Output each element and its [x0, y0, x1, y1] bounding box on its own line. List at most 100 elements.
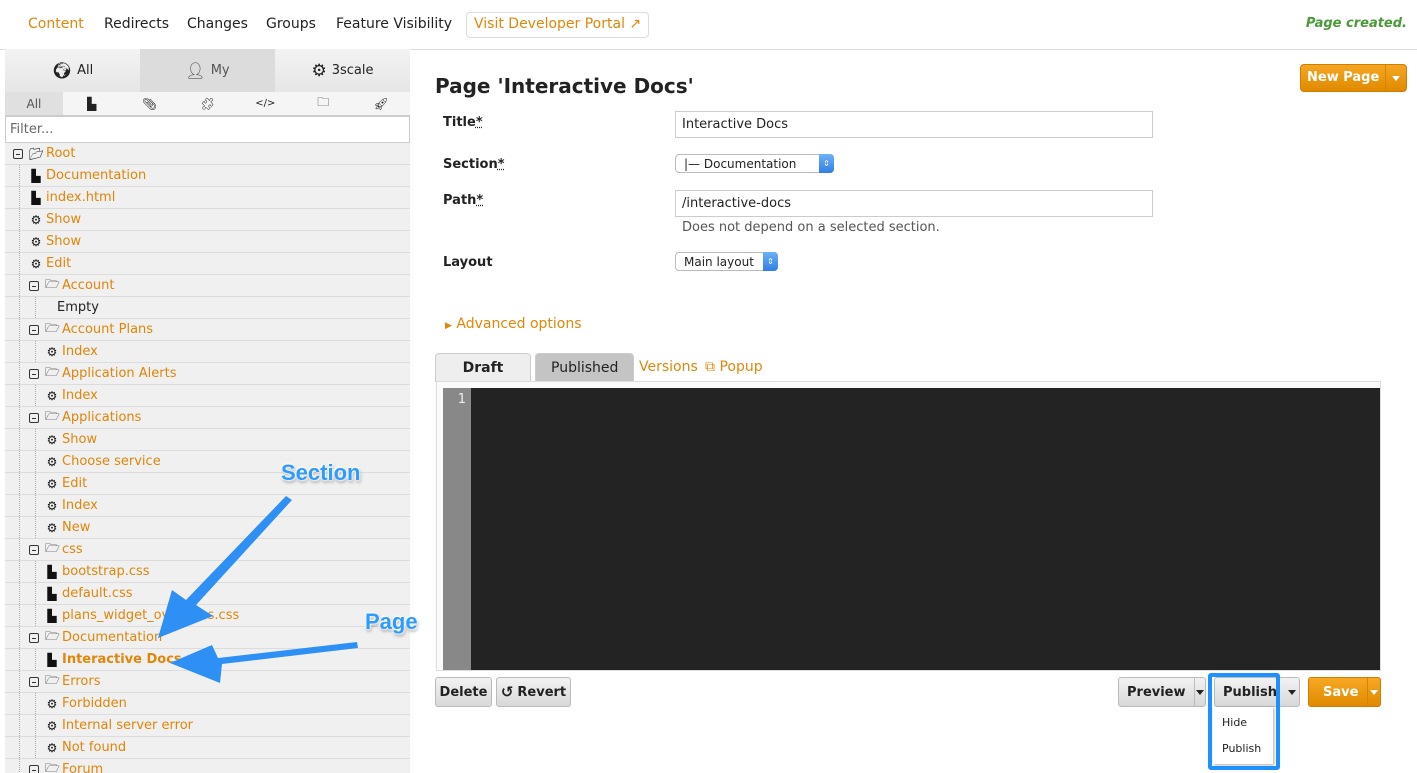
revert-button[interactable]: ↺ Revert: [496, 677, 571, 707]
type-tab-all[interactable]: All: [5, 92, 63, 115]
tree-item-label[interactable]: plans_widget_overrides.css: [62, 608, 239, 623]
tree-item[interactable]: 🗁 Account Plans: [5, 319, 410, 341]
collapse-toggle-icon[interactable]: [29, 632, 39, 643]
scope-tab-my[interactable]: 👤︎ My: [140, 49, 275, 92]
tree-item-label[interactable]: Index: [62, 344, 98, 359]
tree-item[interactable]: 🗁 Account: [5, 275, 410, 297]
publish-button[interactable]: Publish: [1215, 678, 1285, 706]
path-input[interactable]: [675, 190, 1153, 217]
tree-item-label[interactable]: Applications: [62, 410, 141, 425]
tree-item-label[interactable]: Edit: [62, 476, 87, 491]
nav-changes[interactable]: Changes: [187, 16, 248, 32]
type-tab-builtin[interactable]: 🚀︎: [352, 92, 410, 115]
tree-item-label[interactable]: Show: [46, 212, 81, 227]
tree-item[interactable]: 🗁 Applications: [5, 407, 410, 429]
tree-item[interactable]: ▙ Interactive Docs: [5, 649, 410, 671]
preview-button[interactable]: Preview: [1119, 678, 1195, 706]
tree-item[interactable]: 🗁 Application Alerts: [5, 363, 410, 385]
popup-link[interactable]: ⧉ Popup: [705, 359, 763, 375]
new-page-button[interactable]: New Page: [1301, 65, 1387, 91]
tree-item[interactable]: 🗁 css: [5, 539, 410, 561]
scope-tab-3scale[interactable]: ⚙ 3scale: [275, 49, 410, 92]
tree-item-label[interactable]: bootstrap.css: [62, 564, 150, 579]
type-tab-sections[interactable]: 🗀: [294, 92, 353, 115]
tree-item[interactable]: ⚙ Index: [5, 495, 410, 517]
tree-item[interactable]: ▙ index.html: [5, 187, 410, 209]
tree-item-label[interactable]: Errors: [62, 674, 100, 689]
tree-item[interactable]: 📂︎ Root: [5, 143, 410, 165]
tree-item-label[interactable]: New: [62, 520, 90, 535]
tree-item[interactable]: ⚙ Index: [5, 385, 410, 407]
tree-item-label[interactable]: Forum: [62, 762, 103, 773]
scope-tab-all[interactable]: 🌍︎ All: [5, 49, 140, 92]
tree-item[interactable]: ⚙ Forbidden: [5, 693, 410, 715]
tree-item[interactable]: ▙ default.css: [5, 583, 410, 605]
tree-item[interactable]: ▙ plans_widget_overrides.css: [5, 605, 410, 627]
nav-feature-visibility[interactable]: Feature Visibility: [336, 16, 452, 32]
tree-item-label[interactable]: Documentation: [62, 630, 162, 645]
nav-redirects[interactable]: Redirects: [104, 16, 169, 32]
tree-item-label[interactable]: Not found: [62, 740, 126, 755]
tree-item[interactable]: ▙ Documentation: [5, 165, 410, 187]
collapse-toggle-icon[interactable]: [29, 280, 39, 291]
tree-item[interactable]: ⚙ Show: [5, 231, 410, 253]
tree-item[interactable]: ▙ bootstrap.css: [5, 561, 410, 583]
collapse-toggle-icon[interactable]: [29, 324, 39, 335]
type-tab-layouts[interactable]: </>: [236, 92, 295, 115]
tree-item-label[interactable]: Root: [46, 146, 75, 161]
nav-content[interactable]: Content: [28, 16, 84, 32]
tree-item[interactable]: ⚙ Edit: [5, 253, 410, 275]
preview-dropdown-toggle[interactable]: [1195, 689, 1205, 695]
tree-item[interactable]: ⚙ Internal server error: [5, 715, 410, 737]
collapse-toggle-icon[interactable]: [29, 368, 39, 379]
tree-item-label[interactable]: Account: [62, 278, 115, 293]
tree-item-label[interactable]: Index: [62, 498, 98, 513]
tab-draft[interactable]: Draft: [435, 353, 531, 382]
code-area[interactable]: [471, 388, 1380, 670]
type-tab-pages[interactable]: ▙: [62, 92, 121, 115]
tree-item[interactable]: ⚙ Index: [5, 341, 410, 363]
collapse-toggle-icon[interactable]: [29, 764, 39, 773]
layout-select[interactable]: Main layout ⇕: [675, 252, 778, 271]
section-select[interactable]: |— Documentation ⇕: [675, 154, 834, 173]
tree-item-label[interactable]: Internal server error: [62, 718, 193, 733]
tree-item-label[interactable]: css: [62, 542, 83, 557]
versions-link[interactable]: Versions: [639, 359, 698, 375]
tree-item[interactable]: 🗁 Documentation: [5, 627, 410, 649]
tree-item-label[interactable]: Edit: [46, 256, 71, 271]
tree-item[interactable]: ⚙ New: [5, 517, 410, 539]
tree-item-label[interactable]: Choose service: [62, 454, 161, 469]
save-dropdown-toggle[interactable]: [1368, 689, 1380, 695]
nav-groups[interactable]: Groups: [266, 16, 316, 32]
publish-dropdown-toggle[interactable]: [1285, 689, 1299, 695]
type-tab-partials[interactable]: 🧩︎: [178, 92, 237, 115]
tree-item-label[interactable]: Account Plans: [62, 322, 153, 337]
visit-developer-portal-button[interactable]: Visit Developer Portal ↗: [466, 12, 650, 38]
code-editor[interactable]: 1: [436, 381, 1381, 671]
tree-item-label[interactable]: default.css: [62, 586, 133, 601]
save-button[interactable]: Save: [1309, 678, 1369, 706]
tree-item-label[interactable]: Show: [62, 432, 97, 447]
tree-item-label[interactable]: Documentation: [46, 168, 146, 183]
tree-item-label[interactable]: Show: [46, 234, 81, 249]
collapse-toggle-icon[interactable]: [29, 544, 39, 555]
collapse-toggle-icon[interactable]: [29, 676, 39, 687]
tree-item[interactable]: ⚙ Not found: [5, 737, 410, 759]
tab-published[interactable]: Published: [535, 353, 635, 382]
title-input[interactable]: [675, 111, 1153, 138]
tree-item-label[interactable]: Index: [62, 388, 98, 403]
collapse-toggle-icon[interactable]: [13, 148, 23, 159]
tree-item-label[interactable]: index.html: [46, 190, 115, 205]
type-tab-files[interactable]: 📎︎: [120, 92, 179, 115]
tree-item[interactable]: 🗁 Errors: [5, 671, 410, 693]
new-page-dropdown-toggle[interactable]: [1386, 65, 1406, 91]
delete-button[interactable]: Delete: [435, 677, 492, 707]
advanced-options-toggle[interactable]: ▶ Advanced options: [445, 316, 582, 332]
tree-item-label[interactable]: Forbidden: [62, 696, 127, 711]
tree-item-label[interactable]: Interactive Docs: [62, 652, 182, 667]
collapse-toggle-icon[interactable]: [29, 412, 39, 423]
menu-item-publish[interactable]: Publish: [1222, 742, 1261, 755]
menu-item-hide[interactable]: Hide: [1222, 716, 1247, 729]
tree-item[interactable]: ⚙ Show: [5, 429, 410, 451]
tree-item[interactable]: ⚙ Show: [5, 209, 410, 231]
